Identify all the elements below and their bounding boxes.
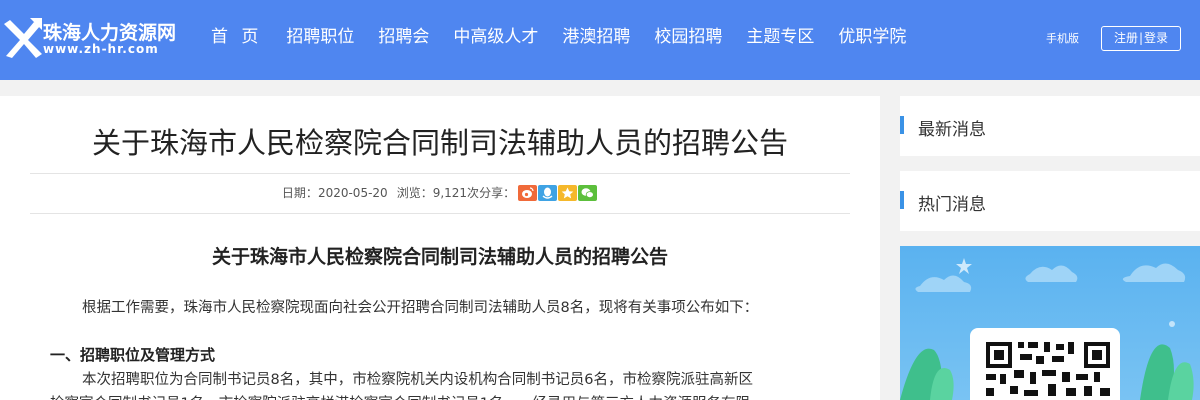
site-logo[interactable]: 珠海人力资源网 www.zh-hr.com	[0, 12, 195, 68]
section-1-line-2: 检察室合同制书记员1名，市检察院派驻高栏港检察室合同制书记员1名。一经录用与第三…	[50, 392, 750, 400]
date-label: 日期：	[281, 186, 318, 200]
hot-news-card: 热门消息	[900, 171, 1200, 231]
logo-mark-icon	[4, 18, 42, 58]
top-header: 珠海人力资源网 www.zh-hr.com 首 页 招聘职位 招聘会 中高级人才…	[0, 0, 1200, 80]
share-label: 分享：	[479, 186, 516, 200]
date-value: 2020-05-20	[317, 185, 388, 200]
qr-code-card	[970, 328, 1120, 400]
section-heading-1: 一、招聘职位及管理方式	[50, 346, 216, 364]
hot-accent-bar	[900, 191, 904, 209]
logo-text: 珠海人力资源网	[43, 22, 177, 44]
logo-url: www.zh-hr.com	[43, 42, 159, 56]
nav-academy[interactable]: 优职学院	[826, 0, 918, 80]
app-promo-banner[interactable]	[900, 246, 1200, 400]
section-1-line-1: 本次招聘职位为合同制书记员8名，其中，市检察院机关内设机构合同制书记员6名，市检…	[82, 372, 753, 388]
views-label: 浏览：	[396, 186, 433, 200]
qzone-icon[interactable]	[558, 184, 578, 201]
nav-hk-macau[interactable]: 港澳招聘	[550, 0, 642, 80]
nav-job-fair[interactable]: 招聘会	[366, 0, 441, 80]
qr-code-icon	[986, 342, 1110, 396]
nav-topics[interactable]: 主题专区	[734, 0, 826, 80]
latest-accent-bar	[900, 116, 904, 134]
nav-campus[interactable]: 校园招聘	[642, 0, 734, 80]
content-heading: 关于珠海市人民检察院合同制司法辅助人员的招聘公告	[211, 246, 668, 268]
nav-home[interactable]: 首 页	[199, 0, 274, 80]
wechat-icon[interactable]	[578, 184, 598, 201]
nav-jobs[interactable]: 招聘职位	[274, 0, 366, 80]
qq-icon[interactable]	[538, 184, 558, 201]
latest-news-title[interactable]: 最新消息	[918, 115, 986, 140]
mobile-version-link[interactable]: 手机版	[1046, 30, 1079, 46]
article-meta: 日期： 2020-05-20 浏览： 9,121次 分享：	[0, 184, 880, 201]
views-value: 9,121次	[432, 186, 480, 200]
auth-separator: |	[1138, 31, 1144, 45]
title-divider	[30, 173, 850, 174]
register-link[interactable]: 注册	[1114, 31, 1138, 45]
main-nav: 首 页 招聘职位 招聘会 中高级人才 港澳招聘 校园招聘 主题专区 优职学院	[199, 0, 918, 80]
hot-news-title[interactable]: 热门消息	[918, 190, 986, 215]
nav-senior-talent[interactable]: 中高级人才	[441, 0, 550, 80]
auth-box: 注册|登录	[1101, 26, 1181, 51]
article-title: 关于珠海市人民检察院合同制司法辅助人员的招聘公告	[91, 126, 788, 160]
login-link[interactable]: 登录	[1144, 31, 1168, 45]
meta-divider	[30, 213, 850, 214]
latest-news-card: 最新消息	[900, 96, 1200, 156]
weibo-icon[interactable]	[518, 184, 538, 201]
intro-paragraph: 根据工作需要，珠海市人民检察院现面向社会公开招聘合同制司法辅助人员8名，现将有关…	[82, 300, 759, 316]
